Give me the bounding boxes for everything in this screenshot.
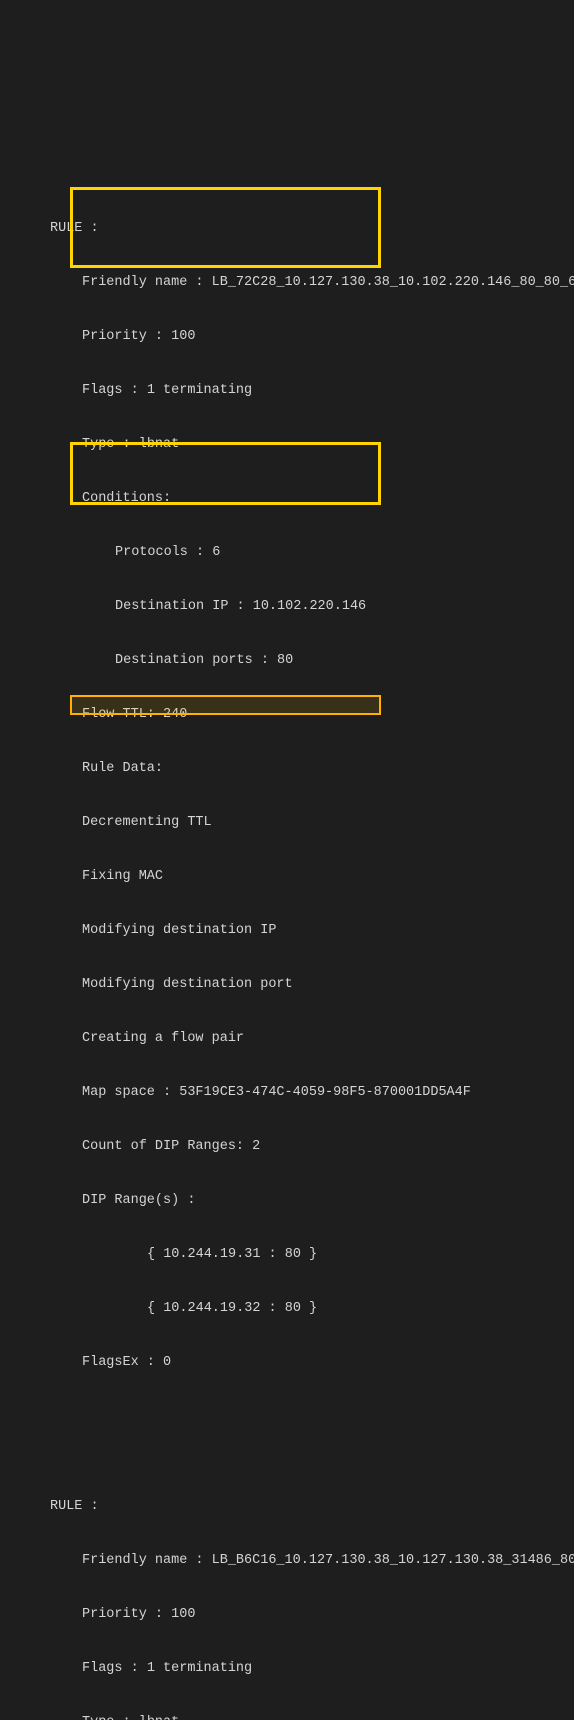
conditions-line: Conditions:: [0, 490, 574, 508]
cond-protocols-line: Protocols : 6: [0, 544, 574, 562]
dip-range-item: { 10.244.19.32 : 80 }: [0, 1300, 574, 1318]
create-flow-line: Creating a flow pair: [0, 1030, 574, 1048]
mod-dest-port-line: Modifying destination port: [0, 976, 574, 994]
dip-ranges-line: DIP Range(s) :: [0, 1192, 574, 1210]
priority-line: Priority : 100: [0, 1606, 574, 1624]
type-line: Type : lbnat: [0, 1714, 574, 1720]
map-space-line: Map space : 53F19CE3-474C-4059-98F5-8700…: [0, 1084, 574, 1102]
rule-data-line: Rule Data:: [0, 760, 574, 778]
rule-header: RULE :: [0, 220, 574, 238]
friendly-name-line: Friendly name : LB_B6C16_10.127.130.38_1…: [0, 1552, 574, 1570]
flow-ttl-line: Flow TTL: 240: [0, 706, 574, 724]
priority-line: Priority : 100: [0, 328, 574, 346]
fixing-mac-line: Fixing MAC: [0, 868, 574, 886]
cond-destports-line: Destination ports : 80: [0, 652, 574, 670]
terminal-output: RULE : Friendly name : LB_72C28_10.127.1…: [0, 76, 574, 1720]
blank-line: [0, 1408, 574, 1426]
flags-line: Flags : 1 terminating: [0, 382, 574, 400]
flags-line: Flags : 1 terminating: [0, 1660, 574, 1678]
rule-header: RULE :: [0, 1498, 574, 1516]
friendly-name-line: Friendly name : LB_72C28_10.127.130.38_1…: [0, 274, 574, 292]
flagsex-line: FlagsEx : 0: [0, 1354, 574, 1372]
count-dip-line: Count of DIP Ranges: 2: [0, 1138, 574, 1156]
mod-dest-ip-line: Modifying destination IP: [0, 922, 574, 940]
type-line: Type : lbnat: [0, 436, 574, 454]
decr-ttl-line: Decrementing TTL: [0, 814, 574, 832]
dip-range-item: { 10.244.19.31 : 80 }: [0, 1246, 574, 1264]
cond-destip-line: Destination IP : 10.102.220.146: [0, 598, 574, 616]
